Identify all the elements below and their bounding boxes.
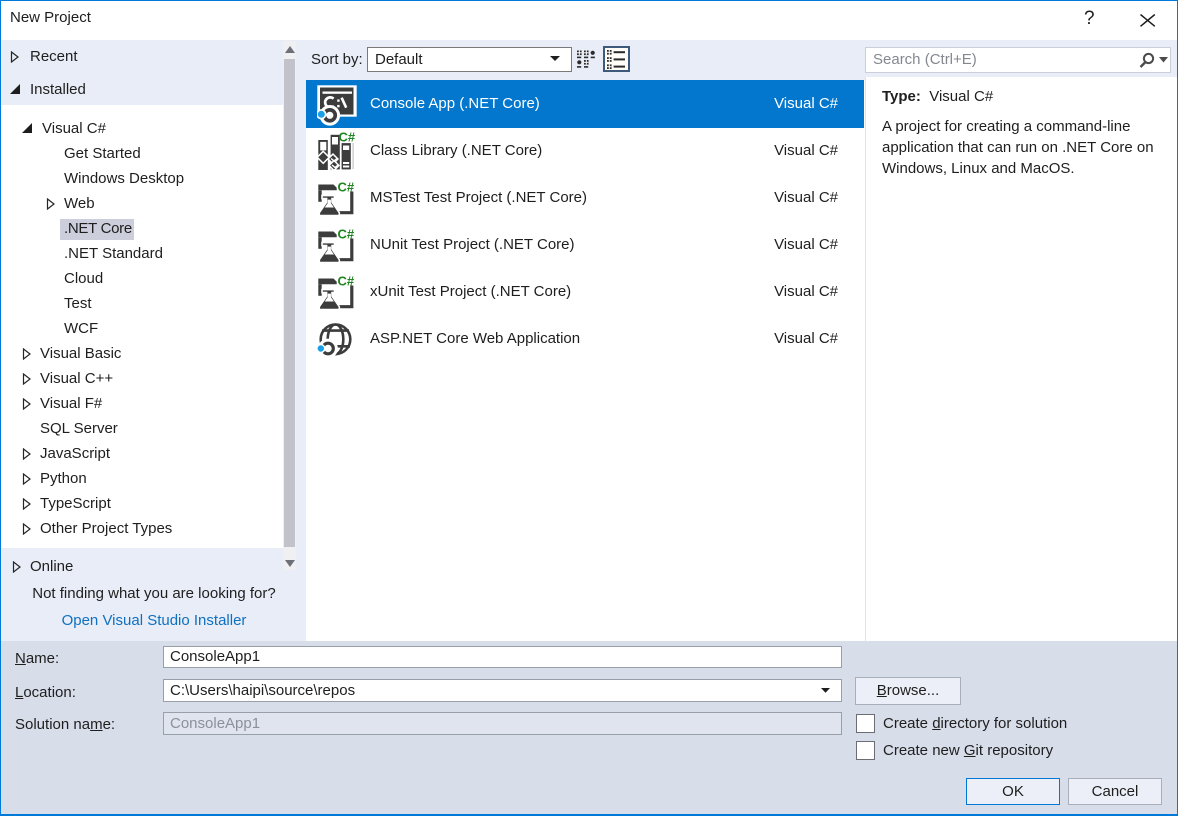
svg-text:C#: C# bbox=[339, 130, 356, 145]
svg-text:C#: C# bbox=[338, 180, 355, 195]
svg-text:C#: C# bbox=[338, 274, 355, 289]
svg-text:C#: C# bbox=[338, 227, 355, 242]
